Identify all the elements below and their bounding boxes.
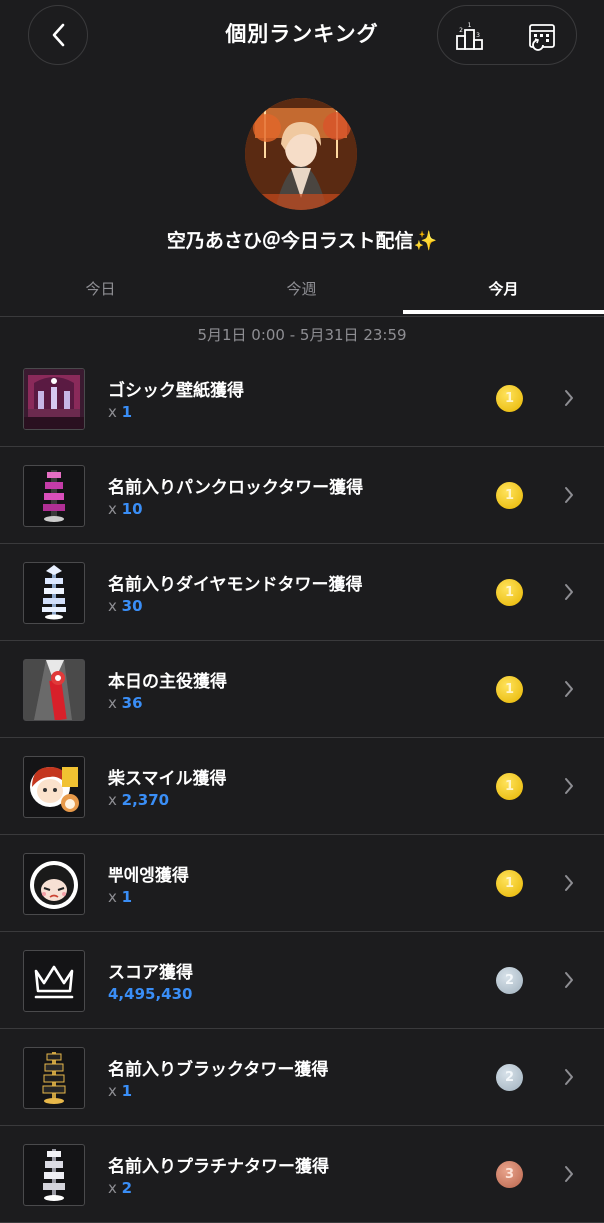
ranking-row[interactable]: 柴スマイル獲得 x 2,370 1 [0, 738, 604, 835]
shiba-smile-sticker-icon [23, 756, 85, 818]
calendar-history-button[interactable] [526, 21, 558, 53]
calendar-history-icon [529, 24, 555, 51]
ranking-row[interactable]: 名前入りブラックタワー獲得 x 1 2 [0, 1029, 604, 1126]
tab-this-month[interactable]: 今月 [403, 268, 604, 316]
rank-medal-silver: 2 [496, 1064, 523, 1091]
rank-medal-gold: 1 [496, 773, 523, 800]
item-count: x 30 [108, 597, 143, 615]
item-count: x 1 [108, 1082, 133, 1100]
item-count: x 2,370 [108, 791, 170, 809]
item-count: x 1 [108, 888, 133, 906]
svg-text:3: 3 [476, 32, 480, 39]
podium-ranking-button[interactable]: 2 1 3 [454, 21, 486, 53]
svg-text:1: 1 [468, 22, 472, 29]
item-title: スコア獲得 [108, 963, 193, 983]
item-title: ゴシック壁紙獲得 [108, 381, 244, 401]
active-tab-indicator [403, 310, 604, 314]
item-count: x 1 [108, 403, 133, 421]
platinum-tower-icon [23, 1144, 85, 1206]
score-value: 4,495,430 [108, 985, 193, 1003]
item-title: 柴スマイル獲得 [108, 769, 227, 789]
svg-text:2: 2 [459, 27, 463, 34]
ranking-row[interactable]: 뿌에엥獲得 x 1 1 [0, 835, 604, 932]
chevron-right-icon [565, 1069, 573, 1085]
chevron-right-icon [565, 681, 573, 697]
period-tabs: 今日 今週 今月 [0, 268, 604, 317]
chevron-right-icon [565, 1166, 573, 1182]
diamond-tower-icon [23, 562, 85, 624]
black-tower-icon [23, 1047, 85, 1109]
rank-medal-gold: 1 [496, 870, 523, 897]
chevron-right-icon [565, 875, 573, 891]
podium-icon: 2 1 3 [456, 22, 483, 50]
ranking-row[interactable]: 名前入りダイヤモンドタワー獲得 x 30 1 [0, 544, 604, 641]
item-count: x 10 [108, 500, 143, 518]
rank-medal-gold: 1 [496, 579, 523, 606]
item-count: x 2 [108, 1179, 133, 1197]
ranking-row[interactable]: スコア獲得 4,495,430 2 [0, 932, 604, 1029]
rank-medal-bronze: 3 [496, 1161, 523, 1188]
ranking-row[interactable]: 名前入りパンクロックタワー獲得 x 10 1 [0, 447, 604, 544]
item-title: 名前入りブラックタワー獲得 [108, 1060, 329, 1080]
date-range: 5月1日 0:00 - 5月31日 23:59 [197, 326, 407, 344]
item-count: x 36 [108, 694, 143, 712]
header-actions: 2 1 3 [437, 5, 577, 65]
profile-name: 空乃あさひ＠今日ラスト配信✨ [166, 230, 438, 252]
crying-character-sticker-icon [23, 853, 85, 915]
chevron-right-icon [565, 778, 573, 794]
avatar[interactable] [245, 98, 357, 210]
todays-star-sash-icon [23, 659, 85, 721]
chevron-right-icon [565, 390, 573, 406]
tab-this-week[interactable]: 今週 [201, 268, 402, 316]
gothic-wallpaper-icon [23, 368, 85, 430]
item-title: 뿌에엥獲得 [108, 866, 189, 886]
crown-icon [23, 950, 85, 1012]
item-title: 本日の主役獲得 [108, 672, 227, 692]
item-title: 名前入りプラチナタワー獲得 [108, 1157, 329, 1177]
profile-section: 空乃あさひ＠今日ラスト配信✨ [0, 96, 604, 266]
ranking-row[interactable]: 本日の主役獲得 x 36 1 [0, 641, 604, 738]
tab-today[interactable]: 今日 [0, 268, 201, 316]
punk-rock-tower-icon [23, 465, 85, 527]
rank-medal-gold: 1 [496, 385, 523, 412]
rank-medal-silver: 2 [496, 967, 523, 994]
ranking-row[interactable]: ゴシック壁紙獲得 x 1 1 [0, 350, 604, 447]
item-title: 名前入りパンクロックタワー獲得 [108, 478, 364, 498]
rank-medal-gold: 1 [496, 482, 523, 509]
chevron-right-icon [565, 584, 573, 600]
avatar-image [245, 98, 357, 210]
item-title: 名前入りダイヤモンドタワー獲得 [108, 575, 363, 595]
header-bar: 個別ランキング 2 1 3 [0, 0, 604, 70]
chevron-right-icon [565, 972, 573, 988]
rank-medal-gold: 1 [496, 676, 523, 703]
ranking-row[interactable]: 名前入りプラチナタワー獲得 x 2 3 [0, 1126, 604, 1223]
chevron-right-icon [565, 487, 573, 503]
